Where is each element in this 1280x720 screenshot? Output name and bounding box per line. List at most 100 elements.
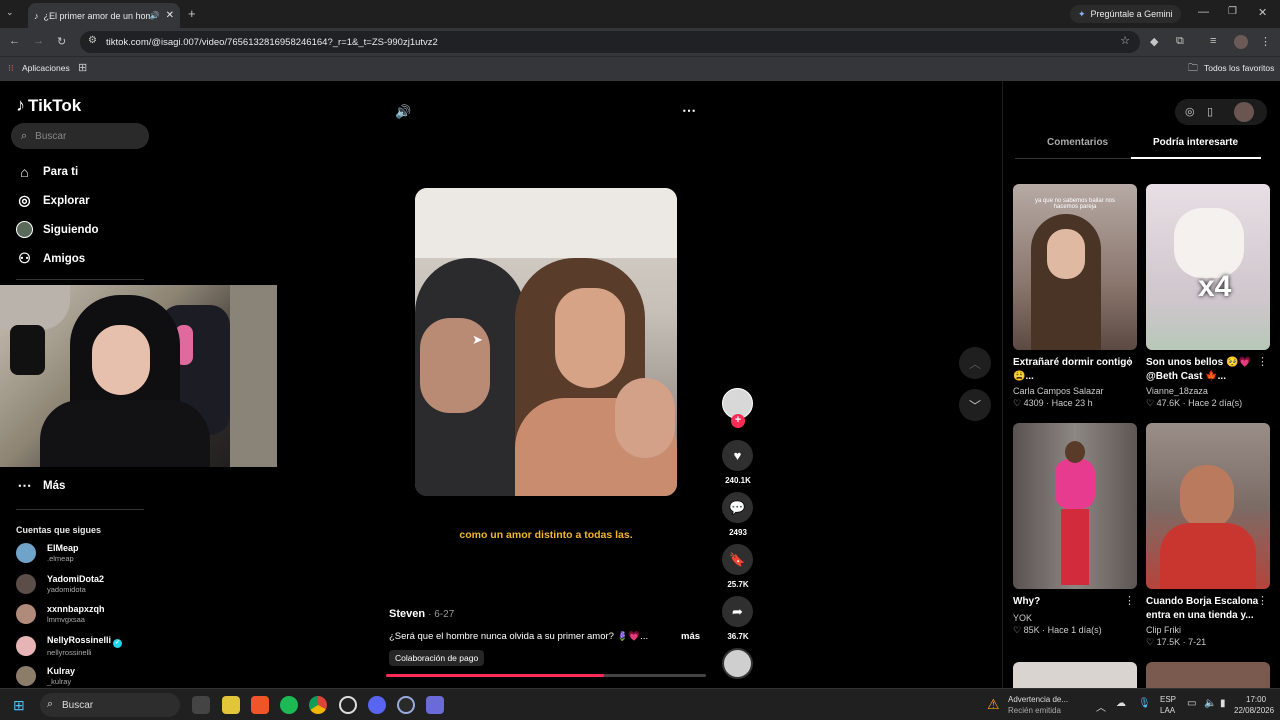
card-menu-icon[interactable]: ⋮ — [1257, 355, 1268, 368]
followed-account[interactable]: NellyRossinelli ✓ nellyrossinelli — [16, 635, 123, 657]
logo-text: TikTok — [28, 95, 82, 115]
recommended-card[interactable]: x4 Son unos bellos 🥺💗 @Beth Cast 🍁... ⋮ … — [1146, 184, 1270, 409]
forward-icon[interactable]: → — [33, 35, 44, 47]
card-menu-icon[interactable]: ⋮ — [1124, 594, 1135, 607]
previous-video-button[interactable]: ︿ — [959, 347, 991, 379]
minimize-icon[interactable]: — — [1198, 6, 1209, 18]
card-overlay-text: x4 — [1198, 270, 1232, 303]
media-control-icon[interactable]: ≡ — [1210, 35, 1216, 47]
comment-button[interactable]: 💬 — [722, 492, 753, 523]
extensions-puzzle-icon[interactable]: ⧉ — [1176, 35, 1184, 48]
card-overlay-text: ya que no sabemos bailar nos hacemos par… — [1034, 198, 1116, 210]
video-progress-bar[interactable] — [386, 674, 706, 677]
user-avatar[interactable] — [1234, 102, 1254, 122]
like-button[interactable]: ♥ — [722, 440, 753, 471]
warning-icon[interactable]: ⚠ — [987, 696, 1000, 713]
nav-for-you[interactable]: ⌂ Para ti — [16, 163, 78, 180]
gemini-button[interactable]: ✦ Pregúntale a Gemini — [1070, 5, 1181, 23]
video-ceiling — [415, 188, 677, 258]
bookmark-icon: 🔖 — [729, 551, 746, 567]
recommended-card[interactable]: Cuando Borja Escalona entra en una tiend… — [1146, 423, 1270, 648]
next-video-button[interactable]: ﹀ — [959, 389, 991, 421]
followed-account[interactable]: ElMeap .elmeap — [16, 543, 79, 563]
nav-following[interactable]: Siguiendo — [16, 221, 99, 238]
microphone-icon[interactable]: 🎙 — [1138, 698, 1151, 709]
network-icon[interactable]: ▭ — [1187, 698, 1196, 709]
device-icon[interactable]: ▯ — [1207, 105, 1213, 118]
reload-icon[interactable]: ↻ — [57, 35, 66, 48]
speaker-icon[interactable]: 🔈 — [1204, 698, 1216, 709]
nav-explore[interactable]: ◎ Explorar — [16, 192, 89, 209]
window-close-icon[interactable]: ✕ — [1258, 6, 1267, 19]
account-name: ElMeap — [47, 543, 79, 553]
spotify-icon[interactable] — [280, 696, 298, 714]
follow-plus-icon[interactable]: + — [731, 414, 745, 428]
gemini-icon: ✦ — [1078, 8, 1086, 19]
followed-account[interactable]: xxnnbapxzqh lmmvgxsaa — [16, 604, 105, 624]
app-icon-2[interactable] — [426, 696, 444, 714]
search-input[interactable]: ⌕ Buscar — [11, 123, 149, 149]
bookmark-star-icon[interactable]: ☆ — [1120, 34, 1130, 47]
more-button[interactable]: más — [681, 631, 700, 642]
nav-more[interactable]: ⋯ Más — [16, 477, 66, 494]
recommended-card[interactable]: Why? ⋮ YOK ♡ 85K · Hace 1 día(s) — [1013, 423, 1137, 636]
windows-start-icon[interactable]: ⊞ — [13, 697, 25, 714]
site-info-icon[interactable]: ⚙ — [88, 35, 97, 46]
back-icon[interactable]: ← — [9, 35, 20, 47]
app-icon[interactable] — [397, 696, 415, 714]
followed-account[interactable]: YadomiDota2 yadomidota — [16, 574, 104, 594]
sound-disc-avatar[interactable] — [722, 648, 753, 679]
discord-icon[interactable] — [368, 696, 386, 714]
video-player[interactable] — [415, 188, 677, 496]
browser-tab[interactable]: ♪ ¿El primer amor de un hom 🔊 ✕ — [28, 3, 180, 28]
save-button[interactable]: 🔖 — [722, 544, 753, 575]
restore-icon[interactable]: ❐ — [1228, 6, 1237, 17]
card-menu-icon[interactable]: ⋮ — [1124, 355, 1135, 368]
clock-date[interactable]: 22/08/2026 — [1234, 706, 1274, 715]
tab-interest[interactable]: Podría interesarte — [1131, 137, 1261, 159]
sticky-notes-icon[interactable] — [222, 696, 240, 714]
recommended-card-partial[interactable] — [1146, 662, 1270, 688]
tray-chevron-icon[interactable]: ︿ — [1096, 699, 1106, 714]
tab-comments[interactable]: Comentarios — [1047, 137, 1108, 148]
close-tab-icon[interactable]: ✕ — [166, 10, 174, 21]
taskbar-search[interactable]: ⌕ Buscar — [40, 693, 180, 717]
account-handle: nellyrossinelli — [47, 648, 92, 657]
chrome-icon[interactable] — [309, 696, 327, 714]
cloud-icon[interactable]: ☁ — [1116, 698, 1126, 709]
card-menu-icon[interactable]: ⋮ — [1257, 594, 1268, 607]
windows-taskbar: ⊞ ⌕ Buscar ⚠ Advertencia de... Recién em… — [0, 688, 1280, 720]
task-view-icon[interactable] — [192, 696, 210, 714]
extension-icon[interactable]: ◆ — [1150, 35, 1158, 48]
obs-icon[interactable] — [339, 696, 357, 714]
nav-friends[interactable]: ⚇ Amigos — [16, 250, 85, 267]
warning-title: Advertencia de... — [1008, 695, 1069, 704]
battery-icon[interactable]: ▮ — [1220, 698, 1226, 709]
apps-label[interactable]: Aplicaciones — [22, 63, 70, 73]
volume-icon[interactable]: 🔊 — [395, 104, 411, 120]
comment-icon: 💬 — [729, 499, 746, 515]
recommended-card[interactable]: ya que no sabemos bailar nos hacemos par… — [1013, 184, 1137, 409]
new-tab-icon[interactable]: + — [188, 6, 196, 21]
more-dots-icon: ⋯ — [17, 477, 32, 493]
profile-avatar[interactable] — [1234, 35, 1248, 49]
video-author[interactable]: Steven · 6-27 — [389, 608, 454, 620]
following-title: Cuentas que sigues — [16, 525, 102, 535]
clock-time[interactable]: 17:00 — [1246, 695, 1266, 704]
tab-list-icon[interactable]: ⌄ — [6, 7, 14, 18]
brave-icon[interactable] — [251, 696, 269, 714]
language-code[interactable]: ESP — [1160, 695, 1176, 704]
video-options-icon[interactable]: ⋯ — [682, 102, 696, 119]
followed-account[interactable]: Kulray _kulray — [16, 666, 75, 686]
browser-menu-icon[interactable]: ⋮ — [1260, 35, 1271, 48]
tab-groups-icon[interactable]: ⊞ — [78, 61, 87, 74]
favorites-label[interactable]: Todos los favoritos — [1204, 63, 1274, 73]
recommended-card-partial[interactable] — [1013, 662, 1137, 688]
share-button[interactable]: ➦ — [722, 596, 753, 627]
tiktok-logo[interactable]: ♪ TikTok — [16, 95, 81, 116]
audio-icon[interactable]: 🔊 — [150, 11, 160, 20]
friends-icon: ⚇ — [18, 250, 31, 266]
apps-grid-icon[interactable]: ⁝⁝ — [8, 63, 14, 74]
explore-icon[interactable]: ◎ — [1185, 105, 1195, 118]
address-bar[interactable]: ⚙ tiktok.com/@isagi.007/video/7656132816… — [80, 31, 1140, 53]
